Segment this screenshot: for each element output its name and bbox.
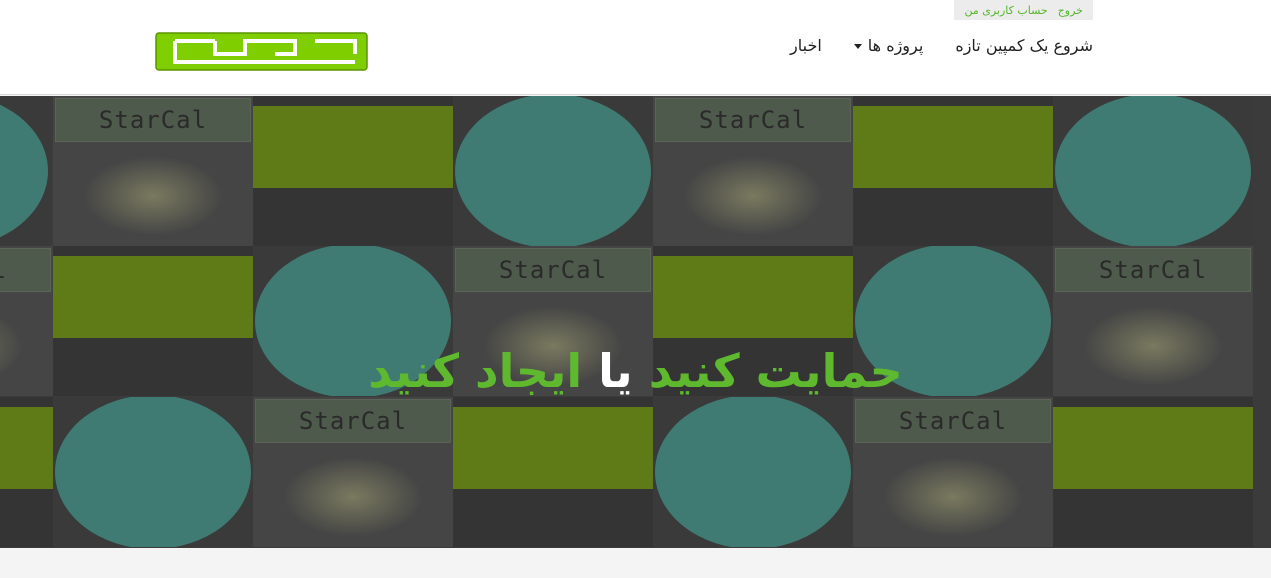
starcal-tile: StarCal	[853, 397, 1053, 547]
nav-start-campaign-label: شروع یک کمپین تازه	[955, 36, 1093, 55]
deer-tile	[0, 96, 50, 246]
logo-tile	[453, 397, 653, 547]
starcal-tile: StarCal	[253, 397, 453, 547]
nav-projects[interactable]: پروژه ها	[853, 36, 924, 55]
logout-link[interactable]: خروج	[1058, 4, 1083, 17]
deer-tile	[1053, 96, 1253, 246]
hero-banner: StarCal StarCal StarCal StarCal StarCal …	[0, 96, 1271, 548]
logo-tile	[253, 96, 453, 246]
logo-tile	[0, 397, 53, 547]
starcal-tile: StarCal	[53, 96, 253, 246]
nav-news[interactable]: اخبار	[790, 36, 822, 55]
starcal-tile: StarCal	[653, 96, 853, 246]
deer-tile	[53, 397, 253, 547]
main-nav: شروع یک کمپین تازه پروژه ها اخبار	[790, 36, 1093, 55]
nav-news-label: اخبار	[790, 36, 822, 55]
hero-title-create: ایجاد کنید	[368, 344, 583, 398]
hero-title-or: یا	[598, 344, 633, 398]
content-area	[0, 548, 1271, 578]
nav-start-campaign[interactable]: شروع یک کمپین تازه	[955, 36, 1093, 55]
nav-projects-label: پروژه ها	[867, 36, 924, 55]
hero-title-support: حمایت کنید	[648, 344, 903, 398]
logo-tile	[853, 96, 1053, 246]
logo-tile	[1053, 397, 1253, 547]
chevron-down-icon	[853, 44, 862, 49]
my-account-link[interactable]: حساب کاربری من	[964, 4, 1047, 17]
hero-title: حمایت کنید یا ایجاد کنید	[0, 344, 1271, 398]
site-header: خروج حساب کاربری من شروع یک کمپین تازه پ…	[0, 0, 1271, 95]
deer-tile	[453, 96, 653, 246]
kabal-logo-icon[interactable]	[155, 32, 368, 71]
account-bar: خروج حساب کاربری من	[954, 0, 1093, 20]
deer-tile	[653, 397, 853, 547]
